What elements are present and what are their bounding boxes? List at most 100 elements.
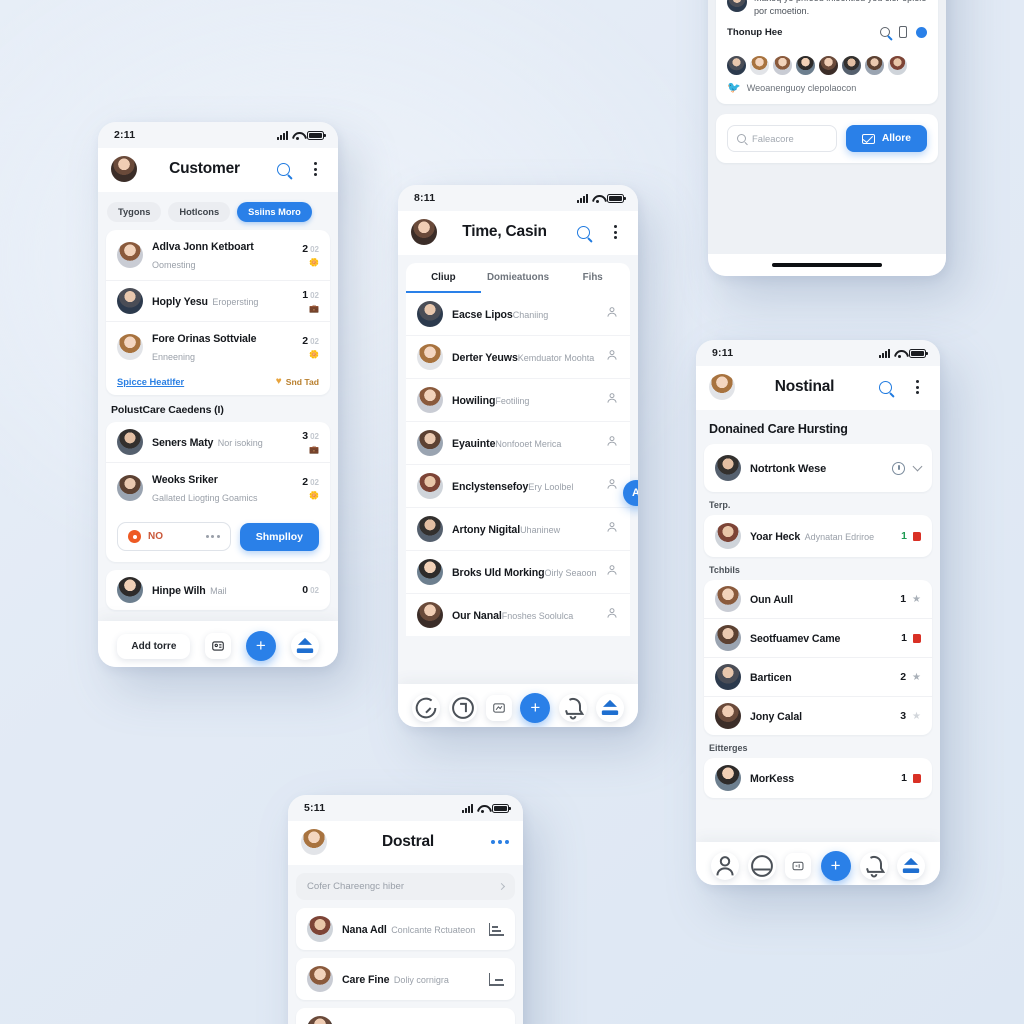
table-row[interactable]: Adlva Jonn Ketboart Oomesting 2 02 🌼 bbox=[106, 230, 330, 280]
clock-icon[interactable] bbox=[747, 852, 776, 880]
list-item[interactable]: Nana Adl Conlcante Rctuateon bbox=[296, 908, 515, 950]
tag-icon[interactable] bbox=[785, 853, 812, 879]
table-row[interactable]: Hinpe Wilh Mail 0 02 bbox=[106, 570, 330, 610]
plus-icon[interactable]: + bbox=[820, 851, 851, 881]
plus-icon[interactable]: + bbox=[520, 693, 551, 723]
avatar[interactable] bbox=[111, 156, 137, 182]
list-item[interactable]: EyauinteNonfooet Merica bbox=[406, 421, 630, 464]
avatar[interactable] bbox=[411, 219, 437, 245]
chat-icon[interactable] bbox=[412, 694, 441, 722]
status-time: 2:11 bbox=[114, 129, 136, 141]
list-item[interactable] bbox=[296, 1008, 515, 1024]
featured-card[interactable]: Notrtonk Wese bbox=[704, 444, 932, 492]
chip-ssiins-moro[interactable]: Ssiins Moro bbox=[237, 202, 312, 222]
thread-card[interactable]: Mally Sor othicersy UIA Makoq yo prifoed… bbox=[716, 0, 938, 105]
search-icon[interactable] bbox=[874, 376, 896, 398]
chip-hotlcons[interactable]: Hotlcons bbox=[168, 202, 231, 222]
kebab-menu-icon[interactable] bbox=[304, 158, 326, 180]
list-item-name: Artony Nigital bbox=[452, 524, 521, 536]
list-item[interactable]: Broks Uld MorkingOirly Seaoon bbox=[406, 550, 630, 593]
record-button[interactable]: NO bbox=[117, 522, 231, 551]
row-count: 2 02 bbox=[302, 243, 319, 255]
search-input[interactable]: Cofer Chareengc hiber bbox=[296, 873, 515, 900]
upload-icon[interactable] bbox=[595, 694, 624, 722]
tab-domieatuons[interactable]: Domieatuons bbox=[481, 263, 556, 293]
tab-cliup[interactable]: Cliup bbox=[406, 263, 481, 293]
list-item[interactable]: EnclystensefoyEry Loolbel bbox=[406, 464, 630, 507]
contact-badge-icon[interactable] bbox=[605, 305, 619, 324]
table-row[interactable]: MorKess 1 bbox=[704, 758, 932, 798]
card-icon[interactable] bbox=[205, 633, 232, 659]
table-row[interactable]: Weoks Sriker Gallated Liogting Goamics 2… bbox=[106, 462, 330, 513]
chart-icon[interactable] bbox=[489, 922, 504, 936]
table-row[interactable]: Seotfuamev Came 1 bbox=[704, 618, 932, 657]
bag-badge-icon: 💼 bbox=[309, 304, 319, 313]
list-item[interactable]: Eacse LiposChaniing bbox=[406, 293, 630, 335]
contact-badge-icon[interactable] bbox=[605, 477, 619, 496]
three-dots-icon[interactable] bbox=[489, 831, 511, 853]
table-row[interactable]: Hoply Yesu Eropersting 1 02 💼 bbox=[106, 280, 330, 321]
list-item-name: Nana Adl bbox=[342, 924, 387, 936]
wifi-icon bbox=[477, 804, 488, 813]
table-row[interactable]: Oun Aull 1 ★ bbox=[704, 580, 932, 618]
search-input[interactable]: Faleacore bbox=[727, 125, 837, 153]
table-row[interactable]: Jony Calal 3 ★ bbox=[704, 696, 932, 735]
tail-list-card: Hinpe Wilh Mail 0 02 bbox=[106, 570, 330, 610]
list-item-subtitle: Oirly Seaoon bbox=[544, 568, 597, 578]
list-item[interactable]: Care Fine Doliy cornigra bbox=[296, 958, 515, 1000]
list-item[interactable]: Our NanalFnoshes Soolulca bbox=[406, 593, 630, 636]
app-bar: Customer bbox=[98, 148, 338, 192]
more-link[interactable]: Spicce Heatlfer bbox=[117, 377, 184, 387]
flag-icon[interactable] bbox=[485, 695, 512, 721]
mail-button[interactable]: Allore bbox=[845, 125, 927, 153]
list-item-subtitle: Feotiling bbox=[495, 396, 530, 406]
contact-badge-icon[interactable] bbox=[605, 391, 619, 410]
avatar bbox=[772, 55, 793, 77]
kebab-menu-icon[interactable] bbox=[604, 221, 626, 243]
chip-tygons[interactable]: Tygons bbox=[107, 202, 162, 222]
phone-icon[interactable] bbox=[899, 26, 907, 39]
chevron-down-icon[interactable] bbox=[912, 461, 923, 472]
contact-badge-icon[interactable] bbox=[605, 348, 619, 367]
contact-badge-icon[interactable] bbox=[605, 520, 619, 539]
status-badge-label: Snd Tad bbox=[285, 376, 319, 387]
list-item[interactable]: Artony NigitalUhaninew bbox=[406, 507, 630, 550]
avatar bbox=[117, 429, 143, 455]
table-row[interactable]: Seners Maty Nor isoking 3 02 💼 bbox=[106, 422, 330, 462]
avatar bbox=[307, 1016, 333, 1024]
search-icon[interactable] bbox=[272, 158, 294, 180]
doc-icon[interactable] bbox=[448, 694, 477, 722]
list-item[interactable]: HowilingFeotiling bbox=[406, 378, 630, 421]
avatar bbox=[307, 966, 333, 992]
avatar bbox=[417, 516, 443, 542]
avatar[interactable] bbox=[709, 374, 735, 400]
add-more-button[interactable]: Add torre bbox=[117, 633, 191, 659]
person-icon[interactable] bbox=[710, 852, 739, 880]
primary-action-button[interactable]: Shmplloy bbox=[239, 522, 319, 551]
search-icon[interactable] bbox=[880, 27, 890, 38]
contact-badge-icon[interactable] bbox=[605, 606, 619, 625]
upload-icon[interactable] bbox=[897, 852, 926, 880]
info-icon[interactable] bbox=[892, 461, 905, 475]
table-row[interactable]: Fore Orinas Sottviale Enneening 2 02 🌼 bbox=[106, 321, 330, 372]
search-icon[interactable] bbox=[572, 221, 594, 243]
info-icon[interactable] bbox=[916, 26, 927, 38]
plus-icon[interactable]: + bbox=[245, 631, 276, 661]
filter-chips: Tygons Hotlcons Ssiins Moro bbox=[98, 192, 338, 230]
tab-fihs[interactable]: Fihs bbox=[555, 263, 630, 293]
kebab-menu-icon[interactable] bbox=[906, 376, 928, 398]
avatar-stack[interactable] bbox=[716, 47, 938, 79]
contact-badge-icon[interactable] bbox=[605, 434, 619, 453]
list-item[interactable]: Derter YeuwsKemduator Moohta bbox=[406, 335, 630, 378]
upload-icon[interactable] bbox=[290, 632, 319, 660]
contact-badge-icon[interactable] bbox=[605, 563, 619, 582]
bell-icon[interactable] bbox=[859, 852, 888, 880]
row-count: 1 bbox=[901, 772, 907, 784]
overflow-dots-icon[interactable] bbox=[205, 535, 220, 538]
list-item-subtitle: Conlcante Rctuateon bbox=[391, 925, 476, 935]
table-row[interactable]: Yoar Heck Adynatan Edriroe 1 bbox=[704, 515, 932, 557]
chart-icon[interactable] bbox=[489, 972, 504, 986]
table-row[interactable]: Barticen 2 ★ bbox=[704, 657, 932, 696]
avatar[interactable] bbox=[301, 829, 327, 855]
bell-icon[interactable] bbox=[558, 694, 587, 722]
